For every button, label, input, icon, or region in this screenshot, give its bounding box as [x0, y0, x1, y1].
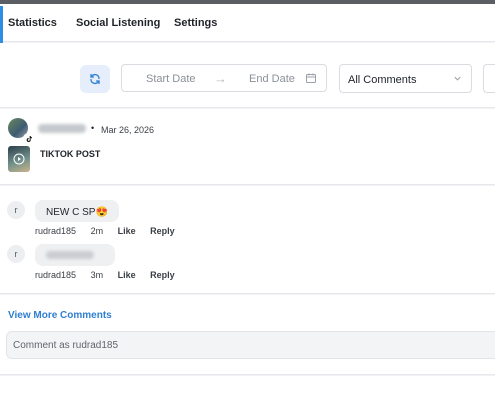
arrow-right-icon: →: [214, 71, 227, 86]
filter-bar: Start Date → End Date All Comments: [0, 43, 495, 108]
reply-button[interactable]: Reply: [150, 226, 175, 236]
comment-author: rudrad185: [35, 226, 77, 236]
account-name-redacted: [38, 124, 86, 133]
comment-list: r NEW C SP😍 rudrad185 2m Like Reply r ru…: [0, 186, 495, 294]
reply-button[interactable]: Reply: [150, 270, 175, 280]
calendar-icon: [306, 73, 316, 83]
start-date-input[interactable]: Start Date: [146, 73, 196, 85]
like-button[interactable]: Like: [118, 226, 136, 236]
tab-bar: Statistics Social Listening Settings: [0, 4, 495, 48]
comment-filter-value: All Comments: [348, 74, 417, 86]
comment-avatar: r: [7, 245, 25, 263]
comment-text: NEW C SP😍: [46, 207, 108, 218]
tab-settings[interactable]: Settings: [174, 17, 217, 29]
comment-avatar: r: [7, 201, 25, 219]
post-thumbnail[interactable]: [8, 146, 30, 172]
account-avatar: [8, 118, 34, 144]
next-section: [0, 376, 495, 400]
comment-meta: rudrad185 3m Like Reply: [35, 270, 187, 280]
like-button[interactable]: Like: [118, 270, 136, 280]
comment-footer: View More Comments: [0, 295, 495, 375]
comment-text-redacted: [46, 251, 94, 259]
date-range-picker[interactable]: Start Date → End Date: [121, 64, 327, 92]
comment-time: 3m: [90, 270, 104, 280]
tab-statistics[interactable]: Statistics: [8, 17, 57, 29]
end-date-input[interactable]: End Date: [249, 73, 295, 85]
tiktok-icon: [23, 133, 34, 144]
refresh-button[interactable]: [80, 65, 110, 93]
comment-input[interactable]: [6, 331, 495, 359]
active-tab-indicator: [0, 6, 3, 48]
post-card: • Mar 26, 2026 TIKTOK POST: [0, 109, 495, 185]
separator-dot: •: [91, 123, 95, 133]
play-icon: [13, 153, 25, 165]
comment-bubble: [35, 244, 115, 266]
comment-meta: rudrad185 2m Like Reply: [35, 226, 187, 236]
tab-social-listening[interactable]: Social Listening: [76, 17, 160, 29]
post-type-label: TIKTOK POST: [40, 149, 101, 159]
comment-filter-select[interactable]: All Comments: [339, 64, 472, 93]
extra-filter-input[interactable]: [483, 64, 495, 93]
refresh-icon: [90, 73, 100, 85]
comment-author: rudrad185: [35, 270, 77, 280]
comment-time: 2m: [90, 226, 104, 236]
chevron-down-icon: [454, 76, 461, 81]
post-date: Mar 26, 2026: [101, 125, 155, 135]
comment-bubble: NEW C SP😍: [35, 200, 119, 222]
view-more-comments-link[interactable]: View More Comments: [8, 310, 112, 321]
